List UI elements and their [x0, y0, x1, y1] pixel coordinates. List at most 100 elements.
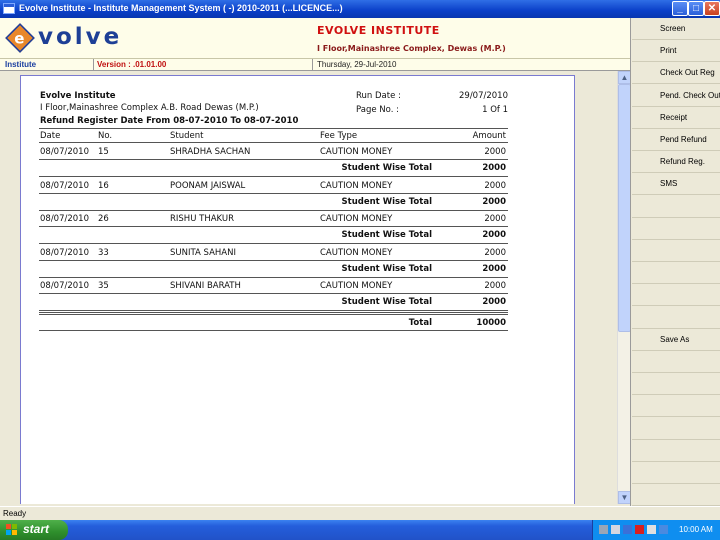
sidebar-button-label: Print [660, 46, 677, 56]
language-icon[interactable] [659, 525, 668, 534]
title-bar[interactable]: Evolve Institute - Institute Management … [0, 0, 720, 18]
row-number: 33 [98, 247, 109, 258]
row-date: 08/07/2010 [40, 281, 89, 292]
sidebar-button-label: Save As [660, 334, 690, 344]
subtotal-label: Student Wise Total [341, 196, 432, 207]
status-text: Ready [3, 509, 27, 518]
row-rule [39, 243, 508, 245]
sidebar-button-sms[interactable]: SMS [632, 173, 720, 196]
maximize-button[interactable]: □ [688, 1, 704, 16]
subtotal-label: Student Wise Total [341, 297, 432, 308]
taskbar: start 10:00 AM [0, 520, 720, 540]
col-header-student: Student [170, 131, 204, 141]
app-window: Evolve Institute - Institute Management … [0, 0, 720, 540]
page-no-label: Page No. : [356, 105, 399, 115]
sidebar-button-label: Receipt [660, 112, 688, 122]
total-rule [39, 312, 508, 313]
col-header-fee-type: Fee Type [320, 131, 358, 141]
row-rule [39, 159, 508, 160]
run-date-label: Run Date : [356, 91, 401, 101]
sidebar-button-label: Pend. Check Out [660, 90, 720, 100]
network-icon[interactable] [599, 525, 608, 534]
col-header-no: No. [98, 131, 113, 141]
sidebar-empty-slot [632, 373, 720, 396]
run-date: 29/07/2010 [459, 91, 508, 101]
subtotal-label: Student Wise Total [341, 163, 432, 173]
sidebar-button-label: Screen [660, 24, 686, 33]
sidebar-button-label: Check Out Reg [660, 68, 715, 78]
grand-total: 10000 [476, 318, 506, 328]
sidebar-button-pend-check-out[interactable]: Pend. Check Out [632, 85, 720, 107]
report-address: I Floor,Mainashree Complex A.B. Road Dew… [40, 103, 259, 113]
volume-icon[interactable] [611, 525, 620, 534]
sidebar-button-check-out-reg[interactable]: Check Out Reg [632, 62, 720, 85]
row-fee-type: CAUTION MONEY [320, 281, 393, 292]
row-number: 35 [98, 281, 109, 292]
window-title: Evolve Institute - Institute Management … [19, 3, 343, 13]
row-fee-type: CAUTION MONEY [320, 147, 393, 157]
row-date: 08/07/2010 [40, 214, 89, 225]
report-viewer[interactable] [0, 71, 630, 504]
subtotal-label: Student Wise Total [341, 230, 432, 241]
tray-app-icon[interactable] [647, 525, 656, 534]
header-rule [39, 142, 508, 143]
total-rule [39, 314, 508, 315]
sidebar-button-save-as[interactable]: Save As [632, 329, 720, 351]
subtotal-amount: 2000 [482, 163, 506, 173]
sidebar-button-screen[interactable]: Screen [632, 18, 720, 40]
sidebar-empty-slot [632, 484, 720, 507]
row-fee-type: CAUTION MONEY [320, 180, 393, 191]
row-amount: 2000 [484, 147, 506, 157]
version-label: Version : .01.01.00 [97, 60, 167, 69]
sidebar-empty-slot [632, 218, 720, 240]
evolve-logo: e volve [5, 22, 136, 54]
sidebar-button-refund-reg[interactable]: Refund Reg. [632, 151, 720, 174]
row-rule [39, 176, 508, 177]
action-sidebar: Screen Print Check Out Reg Pend. Check Out R… [630, 18, 720, 507]
tray-clock: 10:00 AM [679, 525, 713, 534]
info-strip: Institute Version : .01.01.00 Thursday, … [0, 59, 630, 71]
report-title: Refund Register Date From 08-07-2010 To … [40, 116, 299, 126]
divider [93, 59, 94, 71]
sidebar-empty-slot [632, 440, 720, 462]
total-rule [39, 330, 508, 331]
row-rule [39, 293, 508, 295]
vertical-scrollbar[interactable]: ▲ ▼ [617, 71, 631, 504]
shield-icon[interactable] [623, 525, 632, 534]
sidebar-button-print[interactable]: Print [632, 40, 720, 63]
status-bar: Ready [0, 506, 720, 520]
org-name: EVOLVE INSTITUTE [317, 24, 440, 37]
sidebar-empty-slot [632, 462, 720, 484]
subtotal-amount: 2000 [482, 230, 506, 241]
row-number: 26 [98, 214, 109, 225]
start-button[interactable]: start [0, 520, 68, 540]
minimize-button[interactable]: _ [672, 1, 688, 16]
row-date: 08/07/2010 [40, 147, 89, 157]
sidebar-button-label: SMS [660, 179, 678, 189]
windows-logo-icon [6, 524, 18, 536]
app-icon [3, 3, 15, 14]
sidebar-empty-slot [632, 196, 720, 218]
sidebar-button-pend-refund[interactable]: Pend Refund [632, 129, 720, 151]
row-fee-type: CAUTION MONEY [320, 247, 393, 258]
row-rule [39, 226, 508, 228]
sidebar-button-label: Pend Refund [660, 135, 707, 144]
logo-mark: e [5, 23, 35, 53]
col-header-amount: Amount [472, 131, 506, 141]
row-student: POONAM JAISWAL [170, 180, 246, 191]
row-amount: 2000 [484, 281, 506, 292]
sidebar-empty-slot [632, 262, 720, 285]
sidebar-empty-slot [632, 240, 720, 262]
sidebar-button-label: Refund Reg. [660, 157, 705, 167]
logo-wordmark: volve [38, 24, 123, 50]
row-student: SHIVANI BARATH [170, 281, 241, 292]
antivirus-icon[interactable] [635, 525, 644, 534]
close-button[interactable]: ✕ [704, 1, 720, 16]
module-label: Institute [5, 60, 37, 69]
row-rule [39, 276, 508, 278]
subtotal-amount: 2000 [482, 263, 506, 274]
row-student: RISHU THAKUR [170, 214, 234, 225]
sidebar-button-receipt[interactable]: Receipt [632, 107, 720, 129]
row-date: 08/07/2010 [40, 180, 89, 191]
current-date: Thursday, 29-Jul-2010 [317, 60, 397, 69]
